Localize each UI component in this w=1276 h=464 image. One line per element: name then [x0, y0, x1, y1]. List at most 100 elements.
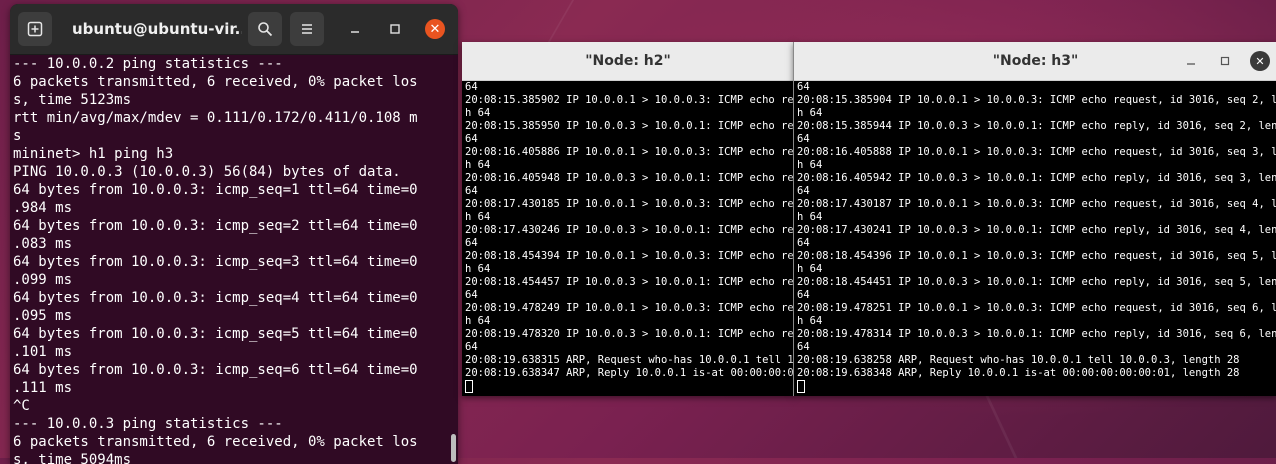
terminal-line: h 64: [465, 211, 491, 223]
search-icon: [258, 22, 273, 37]
terminal-line: 20:08:19.478314 IP 10.0.0.3 > 10.0.0.1: …: [797, 328, 1276, 340]
terminal-line: 20:08:15.385904 IP 10.0.0.1 > 10.0.0.3: …: [797, 94, 1276, 106]
terminal-line: 20:08:17.430185 IP 10.0.0.1 > 10.0.0.3: …: [465, 198, 794, 210]
terminal-line: .083 ms: [13, 236, 73, 252]
minimize-button-h3[interactable]: [1182, 52, 1200, 70]
terminal-line: h 64: [797, 315, 823, 327]
window-title-h2: "Node: h2": [585, 53, 671, 69]
close-button[interactable]: ✕: [425, 19, 445, 39]
terminal-output[interactable]: --- 10.0.0.2 ping statistics --- 6 packet…: [13, 55, 453, 464]
terminal-cursor: [465, 380, 473, 393]
terminal-line: PING 10.0.0.3 (10.0.0.3) 56(84) bytes of…: [13, 164, 401, 180]
terminal-line: h 64: [797, 159, 823, 171]
terminal-line: rtt min/avg/max/mdev = 0.111/0.172/0.411…: [13, 110, 418, 126]
terminal-line: h 64: [797, 107, 823, 119]
terminal-line: 64: [465, 133, 478, 145]
terminal-line: 20:08:16.405942 IP 10.0.0.3 > 10.0.0.1: …: [797, 172, 1276, 184]
terminal-line: h 64: [797, 263, 823, 275]
terminal-line: --- 10.0.0.2 ping statistics ---: [13, 56, 283, 72]
terminal-line: 64 bytes from 10.0.0.3: icmp_seq=1 ttl=6…: [13, 182, 418, 198]
terminal-line: 20:08:19.478249 IP 10.0.0.1 > 10.0.0.3: …: [465, 302, 794, 314]
terminal-line: s, time 5123ms: [13, 92, 132, 108]
terminal-line: 20:08:17.430187 IP 10.0.0.1 > 10.0.0.3: …: [797, 198, 1276, 210]
terminal-line: 20:08:19.478251 IP 10.0.0.1 > 10.0.0.3: …: [797, 302, 1276, 314]
terminal-line: mininet> h1 ping h3: [13, 146, 174, 162]
terminal-line: 64: [797, 185, 810, 197]
terminal-line: 20:08:18.454396 IP 10.0.0.1 > 10.0.0.3: …: [797, 250, 1276, 262]
terminal-cursor: [797, 380, 805, 393]
terminal-line: ^C: [13, 398, 30, 414]
terminal-line: 64 bytes from 10.0.0.3: icmp_seq=3 ttl=6…: [13, 254, 418, 270]
terminal-line: 20:08:19.478320 IP 10.0.0.3 > 10.0.0.1: …: [465, 328, 794, 340]
terminal-line: h 64: [797, 211, 823, 223]
xterm-window-h2[interactable]: "Node: h2" 64 20:08:15.385902 IP 10.0.0.1…: [462, 42, 794, 396]
terminal-line: 64: [465, 185, 478, 197]
close-icon: ✕: [429, 21, 441, 37]
terminal-line: s: [13, 128, 22, 144]
terminal-line: 20:08:15.385944 IP 10.0.0.3 > 10.0.0.1: …: [797, 120, 1276, 132]
menu-button[interactable]: [290, 12, 324, 46]
search-button[interactable]: [248, 12, 282, 46]
terminal-line: 20:08:16.405948 IP 10.0.0.3 > 10.0.0.1: …: [465, 172, 794, 184]
terminal-line: 64 bytes from 10.0.0.3: icmp_seq=2 ttl=6…: [13, 218, 418, 234]
xterm-titlebar-h3[interactable]: "Node: h3" ✕: [794, 42, 1276, 81]
maximize-button-h3[interactable]: [1216, 52, 1234, 70]
terminal-line: .111 ms: [13, 380, 73, 396]
terminal-line: 20:08:15.385902 IP 10.0.0.1 > 10.0.0.3: …: [465, 94, 794, 106]
terminal-line: 20:08:17.430246 IP 10.0.0.3 > 10.0.0.1: …: [465, 224, 794, 236]
terminal-line: 64: [797, 289, 810, 301]
terminal-line: h 64: [465, 315, 491, 327]
xterm-output-h3[interactable]: 64 20:08:15.385904 IP 10.0.0.1 > 10.0.0.3…: [795, 81, 1276, 396]
xterm-window-h3[interactable]: "Node: h3" ✕ 64 20:08:15.385904 IP 10.0.0…: [793, 42, 1276, 396]
terminal-line: 64 bytes from 10.0.0.3: icmp_seq=6 ttl=6…: [13, 362, 418, 378]
terminal-line: 20:08:16.405886 IP 10.0.0.1 > 10.0.0.3: …: [465, 146, 794, 158]
window-title: ubuntu@ubuntu-vir...: [72, 20, 242, 38]
minimize-button[interactable]: [346, 20, 364, 38]
terminal-line: 20:08:19.638348 ARP, Reply 10.0.0.1 is-a…: [797, 367, 1240, 379]
terminal-line: .095 ms: [13, 308, 73, 324]
terminal-line: 20:08:19.638347 ARP, Reply 10.0.0.1 is-a…: [465, 367, 794, 379]
terminal-line: --- 10.0.0.3 ping statistics ---: [13, 416, 283, 432]
terminal-line: 64: [465, 289, 478, 301]
terminal-line: 64: [797, 237, 810, 249]
terminal-line: 64: [465, 341, 478, 353]
terminal-line: 64: [797, 81, 810, 93]
terminal-line: 64: [465, 81, 478, 93]
terminal-line: 64 bytes from 10.0.0.3: icmp_seq=5 ttl=6…: [13, 326, 418, 342]
terminal-line: h 64: [465, 107, 491, 119]
terminal-line: 20:08:16.405888 IP 10.0.0.1 > 10.0.0.3: …: [797, 146, 1276, 158]
close-button-h3[interactable]: ✕: [1250, 51, 1270, 71]
terminal-line: 20:08:17.430241 IP 10.0.0.3 > 10.0.0.1: …: [797, 224, 1276, 236]
terminal-line: .101 ms: [13, 344, 73, 360]
terminal-line: 20:08:15.385950 IP 10.0.0.3 > 10.0.0.1: …: [465, 120, 794, 132]
terminal-line: 20:08:19.638315 ARP, Request who-has 10.…: [465, 354, 794, 366]
new-tab-icon: [27, 21, 43, 37]
minimize-icon: [351, 31, 359, 33]
maximize-icon: [1220, 56, 1230, 66]
terminal-line: h 64: [465, 159, 491, 171]
new-tab-button[interactable]: [18, 12, 52, 46]
maximize-icon: [390, 24, 400, 34]
close-icon: ✕: [1255, 54, 1265, 68]
terminal-line: 20:08:19.638258 ARP, Request who-has 10.…: [797, 354, 1240, 366]
hamburger-menu-icon: [302, 24, 312, 34]
xterm-output-h2[interactable]: 64 20:08:15.385902 IP 10.0.0.1 > 10.0.0.3…: [463, 81, 794, 396]
terminal-line: 64: [465, 237, 478, 249]
terminal-line: .984 ms: [13, 200, 73, 216]
maximize-button[interactable]: [386, 20, 404, 38]
terminal-line: h 64: [465, 263, 491, 275]
terminal-line: 6 packets transmitted, 6 received, 0% pa…: [13, 74, 418, 90]
minimize-icon: [1187, 63, 1195, 65]
terminal-line: 20:08:18.454394 IP 10.0.0.1 > 10.0.0.3: …: [465, 250, 794, 262]
terminal-line: 20:08:18.454457 IP 10.0.0.3 > 10.0.0.1: …: [465, 276, 794, 288]
terminal-window[interactable]: ubuntu@ubuntu-vir... ✕ --- 10.0.0.2 ping…: [10, 4, 458, 464]
xterm-titlebar-h2[interactable]: "Node: h2": [462, 42, 794, 81]
terminal-line: .099 ms: [13, 272, 73, 288]
terminal-headerbar[interactable]: ubuntu@ubuntu-vir... ✕: [10, 4, 458, 55]
terminal-line: 20:08:18.454451 IP 10.0.0.3 > 10.0.0.1: …: [797, 276, 1276, 288]
terminal-line: 64: [797, 133, 810, 145]
terminal-line: 6 packets transmitted, 6 received, 0% pa…: [13, 434, 418, 450]
terminal-line: 64: [797, 341, 810, 353]
window-title-h3: "Node: h3": [992, 53, 1079, 69]
terminal-line: 64 bytes from 10.0.0.3: icmp_seq=4 ttl=6…: [13, 290, 418, 306]
